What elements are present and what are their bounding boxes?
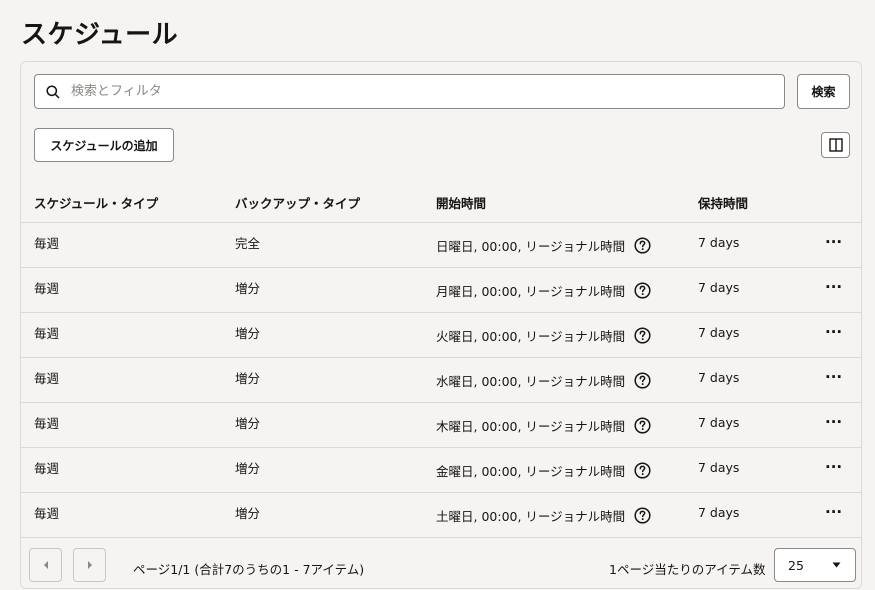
search-button[interactable]: 検索 <box>797 74 850 109</box>
schedule-type-cell: 毎週 <box>21 492 235 538</box>
help-icon[interactable] <box>634 416 651 434</box>
backup-type-cell: 増分 <box>235 492 436 538</box>
schedule-type-cell: 毎週 <box>21 222 235 268</box>
retention-cell: 7 days <box>698 402 825 448</box>
next-page-button[interactable] <box>73 548 106 582</box>
row-actions-menu[interactable]: ··· <box>825 402 861 448</box>
previous-page-button[interactable] <box>29 548 62 582</box>
page-title: スケジュール <box>21 20 179 50</box>
backup-type-cell: 増分 <box>235 447 436 493</box>
start-time-text: 金曜日, 00:00, リージョナル時間 <box>436 463 626 479</box>
column-header-retention[interactable]: 保持時間 <box>698 182 825 223</box>
help-icon[interactable] <box>634 326 651 344</box>
column-header-actions <box>825 182 861 223</box>
start-time-text: 土曜日, 00:00, リージョナル時間 <box>436 508 626 524</box>
row-actions-menu[interactable]: ··· <box>825 447 861 493</box>
schedule-type-cell: 毎週 <box>21 267 235 313</box>
start-time-text: 月曜日, 00:00, リージョナル時間 <box>436 283 626 299</box>
column-header-start-time[interactable]: 開始時間 <box>436 182 698 223</box>
table-row: 毎週 完全 日曜日, 00:00, リージョナル時間 7 days ··· <box>21 222 861 268</box>
add-schedule-button[interactable]: スケジュールの追加 <box>34 128 174 162</box>
retention-cell: 7 days <box>698 447 825 493</box>
column-header-backup-type[interactable]: バックアップ・タイプ <box>235 182 436 223</box>
row-actions-menu[interactable]: ··· <box>825 357 861 403</box>
column-header-schedule-type[interactable]: スケジュール・タイプ <box>21 182 235 223</box>
pagination-info: ページ1/1 (合計7のうちの1 - 7アイテム) <box>133 562 365 577</box>
more-icon: ··· <box>825 413 843 431</box>
caret-down-icon <box>832 562 841 568</box>
schedule-type-cell: 毎週 <box>21 357 235 403</box>
help-icon[interactable] <box>634 281 651 299</box>
more-icon: ··· <box>825 458 843 476</box>
search-field[interactable] <box>34 74 785 109</box>
start-time-text: 日曜日, 00:00, リージョナル時間 <box>436 238 626 254</box>
start-time-cell: 土曜日, 00:00, リージョナル時間 <box>436 492 698 538</box>
retention-cell: 7 days <box>698 267 825 313</box>
start-time-text: 火曜日, 00:00, リージョナル時間 <box>436 328 626 344</box>
table-header-row: スケジュール・タイプ バックアップ・タイプ 開始時間 保持時間 <box>21 182 861 223</box>
pagination-bar: ページ1/1 (合計7のうちの1 - 7アイテム) 1ページ当たりのアイテム数 … <box>21 538 861 588</box>
schedule-type-cell: 毎週 <box>21 447 235 493</box>
split-panel-button[interactable] <box>821 132 850 158</box>
table-row: 毎週 増分 土曜日, 00:00, リージョナル時間 7 days ··· <box>21 492 861 538</box>
start-time-cell: 木曜日, 00:00, リージョナル時間 <box>436 402 698 448</box>
backup-type-cell: 完全 <box>235 222 436 268</box>
start-time-cell: 金曜日, 00:00, リージョナル時間 <box>436 447 698 493</box>
start-time-cell: 火曜日, 00:00, リージョナル時間 <box>436 312 698 358</box>
start-time-cell: 月曜日, 00:00, リージョナル時間 <box>436 267 698 313</box>
split-panel-icon <box>828 138 843 152</box>
retention-cell: 7 days <box>698 357 825 403</box>
more-icon: ··· <box>825 503 843 521</box>
search-input[interactable] <box>69 83 784 100</box>
help-icon[interactable] <box>634 236 651 254</box>
start-time-text: 木曜日, 00:00, リージョナル時間 <box>436 418 626 434</box>
help-icon[interactable] <box>634 371 651 389</box>
table-row: 毎週 増分 金曜日, 00:00, リージョナル時間 7 days ··· <box>21 447 861 493</box>
help-icon[interactable] <box>634 461 651 479</box>
start-time-cell: 水曜日, 00:00, リージョナル時間 <box>436 357 698 403</box>
more-icon: ··· <box>825 233 843 251</box>
schedule-type-cell: 毎週 <box>21 402 235 448</box>
more-icon: ··· <box>825 368 843 386</box>
table-row: 毎週 増分 火曜日, 00:00, リージョナル時間 7 days ··· <box>21 312 861 358</box>
backup-type-cell: 増分 <box>235 357 436 403</box>
items-per-page-label: 1ページ当たりのアイテム数 <box>609 562 766 577</box>
more-icon: ··· <box>825 323 843 341</box>
schedules-panel: 検索 スケジュールの追加 スケジュール・タイプ バックアップ・タイプ 開始時間 … <box>20 61 862 589</box>
table-row: 毎週 増分 木曜日, 00:00, リージョナル時間 7 days ··· <box>21 402 861 448</box>
backup-type-cell: 増分 <box>235 402 436 448</box>
retention-cell: 7 days <box>698 492 825 538</box>
items-per-page-value: 25 <box>788 557 804 573</box>
search-icon <box>46 84 60 99</box>
start-time-cell: 日曜日, 00:00, リージョナル時間 <box>436 222 698 268</box>
more-icon: ··· <box>825 278 843 296</box>
row-actions-menu[interactable]: ··· <box>825 267 861 313</box>
chevron-right-icon <box>87 561 92 569</box>
help-icon[interactable] <box>634 506 651 524</box>
backup-type-cell: 増分 <box>235 312 436 358</box>
table-row: 毎週 増分 水曜日, 00:00, リージョナル時間 7 days ··· <box>21 357 861 403</box>
schedule-type-cell: 毎週 <box>21 312 235 358</box>
chevron-left-icon <box>43 561 48 569</box>
items-per-page-select[interactable]: 25 <box>774 548 856 582</box>
row-actions-menu[interactable]: ··· <box>825 222 861 268</box>
backup-type-cell: 増分 <box>235 267 436 313</box>
start-time-text: 水曜日, 00:00, リージョナル時間 <box>436 373 626 389</box>
row-actions-menu[interactable]: ··· <box>825 312 861 358</box>
row-actions-menu[interactable]: ··· <box>825 492 861 538</box>
retention-cell: 7 days <box>698 312 825 358</box>
schedules-table: スケジュール・タイプ バックアップ・タイプ 開始時間 保持時間 毎週 完全 日曜… <box>21 182 861 538</box>
retention-cell: 7 days <box>698 222 825 268</box>
table-row: 毎週 増分 月曜日, 00:00, リージョナル時間 7 days ··· <box>21 267 861 313</box>
